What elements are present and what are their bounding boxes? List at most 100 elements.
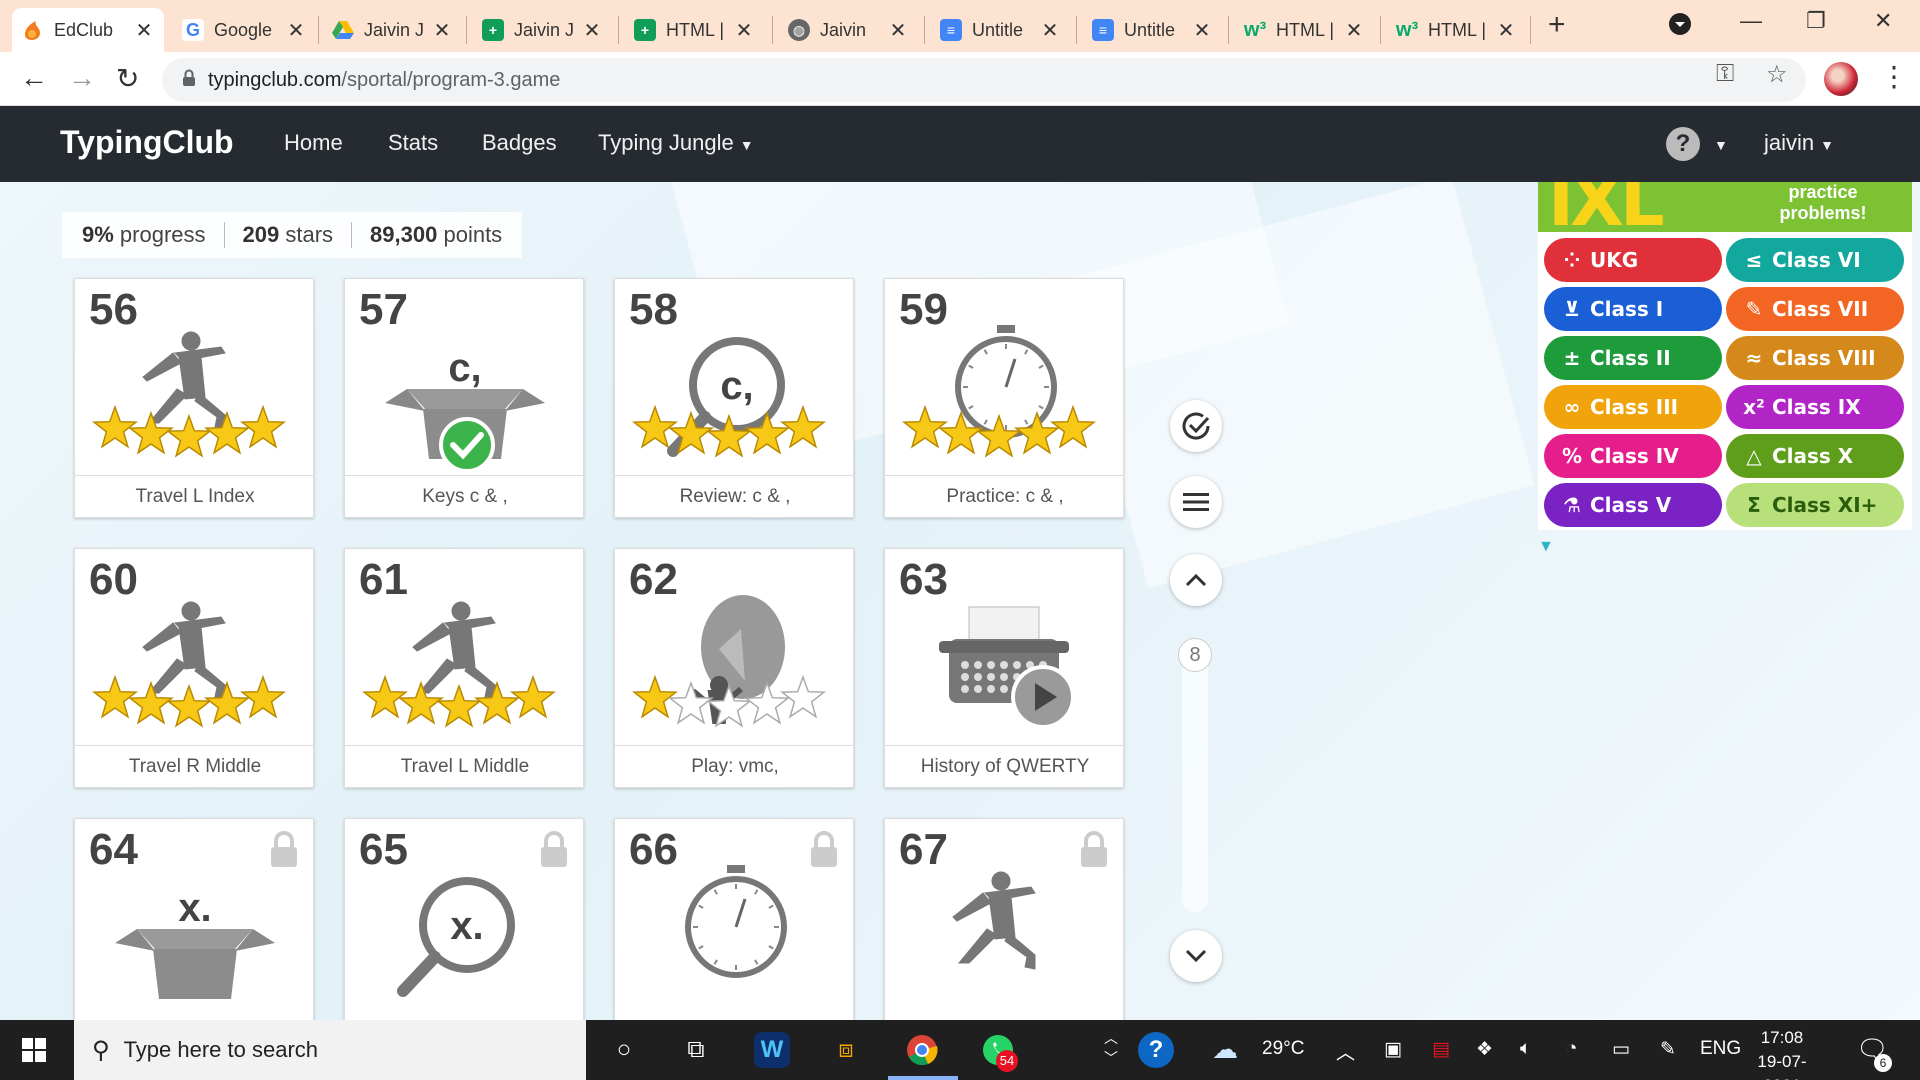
- lesson-card[interactable]: 56 Travel L Index: [74, 278, 314, 518]
- pdf-icon[interactable]: ▤: [1432, 1038, 1450, 1061]
- ixl-advertisement[interactable]: IXL practice problems! ⁘ UKG ≤ Class VI ⊻ Cla…: [1538, 182, 1912, 530]
- wifi-icon[interactable]: ◔: [1566, 1038, 1577, 1060]
- close-icon[interactable]: ✕: [1040, 18, 1060, 43]
- star-filled-icon: [780, 404, 826, 449]
- tab-sheets-2[interactable]: + HTML | ✕: [624, 8, 764, 52]
- close-icon[interactable]: ✕: [1192, 18, 1212, 43]
- weather-temperature[interactable]: 29°C: [1262, 1038, 1304, 1060]
- language-indicator[interactable]: ENG: [1700, 1038, 1741, 1060]
- reload-icon[interactable]: ↻: [116, 62, 139, 95]
- tab-edclub[interactable]: EdClub ✕: [12, 8, 164, 52]
- bookmark-star-icon[interactable]: ☆: [1766, 60, 1788, 89]
- minimize-icon[interactable]: —: [1740, 8, 1762, 34]
- tab-docs-1[interactable]: ≡ Untitle ✕: [930, 8, 1070, 52]
- ixl-class-button[interactable]: % Class IV: [1544, 434, 1722, 478]
- ixl-class-label: Class VIII: [1772, 346, 1876, 370]
- tab-w3schools-2[interactable]: w³ HTML | ✕: [1386, 8, 1526, 52]
- menu-icon[interactable]: ⋮: [1880, 60, 1908, 93]
- ixl-class-button[interactable]: ✎ Class VII: [1726, 287, 1904, 331]
- task-view-icon[interactable]: ⧉: [678, 1032, 714, 1068]
- volume-icon[interactable]: 🔈︎: [1520, 1038, 1531, 1060]
- forward-icon[interactable]: →: [68, 62, 96, 94]
- chevron-up-icon[interactable]: ︿: [1336, 1038, 1355, 1065]
- taskbar-search[interactable]: ⚲ Type here to search: [74, 1020, 586, 1080]
- clock[interactable]: 17:08 19-07-2021: [1742, 1026, 1822, 1080]
- lesson-card-locked[interactable]: 65 x.: [344, 818, 584, 1020]
- tab-sheets-1[interactable]: + Jaivin J ✕: [472, 8, 612, 52]
- scroll-up-button[interactable]: [1170, 554, 1222, 606]
- help-tray-icon[interactable]: ?: [1138, 1032, 1174, 1068]
- close-icon[interactable]: ✕: [1344, 18, 1364, 43]
- tab-title: HTML |: [1276, 19, 1335, 40]
- scroll-track[interactable]: [1182, 642, 1208, 912]
- dropbox-icon[interactable]: ❖: [1476, 1038, 1493, 1061]
- chrome-icon[interactable]: [904, 1032, 940, 1068]
- lesson-card[interactable]: 62 Play: vmc,: [614, 548, 854, 788]
- close-window-icon[interactable]: ✕: [1874, 8, 1892, 34]
- tab-docs-2[interactable]: ≡ Untitle ✕: [1082, 8, 1222, 52]
- tab-google[interactable]: G Google ✕: [172, 8, 316, 52]
- ixl-class-button[interactable]: ⊻ Class I: [1544, 287, 1722, 331]
- lesson-card[interactable]: 59 Practice: c & ,: [884, 278, 1124, 518]
- lesson-card[interactable]: 58 c, Review: c & ,: [614, 278, 854, 518]
- help-icon[interactable]: ?: [1666, 127, 1700, 161]
- menu-button[interactable]: [1170, 476, 1222, 528]
- lesson-card[interactable]: 60 Travel R Middle: [74, 548, 314, 788]
- ixl-class-button[interactable]: ≤ Class VI: [1726, 238, 1904, 282]
- webex-icon[interactable]: W: [754, 1032, 790, 1068]
- ixl-class-button[interactable]: Σ Class XI+: [1726, 483, 1904, 527]
- battery-icon[interactable]: ▭: [1612, 1038, 1630, 1061]
- close-icon[interactable]: ✕: [888, 18, 908, 43]
- screen-capture-icon[interactable]: ▣: [1384, 1038, 1402, 1061]
- ixl-class-button[interactable]: x² Class IX: [1726, 385, 1904, 429]
- brand-logo[interactable]: TypingClub: [60, 124, 234, 161]
- help-menu-caret[interactable]: ▼: [1708, 130, 1728, 156]
- close-icon[interactable]: ✕: [582, 18, 602, 43]
- adchoices-icon[interactable]: ▼: [1538, 538, 1554, 556]
- nav-home[interactable]: Home: [284, 130, 343, 156]
- ixl-class-button[interactable]: ⚗ Class V: [1544, 483, 1722, 527]
- cortana-icon[interactable]: ○: [606, 1032, 642, 1068]
- key-icon[interactable]: ⚿: [1716, 60, 1734, 88]
- scroll-down-button[interactable]: [1170, 930, 1222, 982]
- nav-typing-jungle[interactable]: Typing Jungle ▼: [598, 130, 754, 156]
- close-icon[interactable]: ✕: [134, 18, 154, 43]
- ixl-class-button[interactable]: ∞ Class III: [1544, 385, 1722, 429]
- scroll-position-indicator[interactable]: 8: [1178, 638, 1212, 672]
- taskbar-scroll-icon[interactable]: ︿ ﹀: [1104, 1028, 1118, 1068]
- ixl-class-button[interactable]: ≈ Class VIII: [1726, 336, 1904, 380]
- user-menu[interactable]: jaivin ▼: [1764, 130, 1834, 156]
- close-icon[interactable]: ✕: [734, 18, 754, 43]
- ixl-class-button[interactable]: ⁘ UKG: [1544, 238, 1722, 282]
- windows-start-icon[interactable]: [22, 1038, 46, 1067]
- close-icon[interactable]: ✕: [432, 18, 452, 43]
- star-filled-icon: [240, 674, 286, 719]
- lesson-card[interactable]: 61 Travel L Middle: [344, 548, 584, 788]
- nav-badges[interactable]: Badges: [482, 130, 557, 156]
- lesson-card[interactable]: 63 History of QWERTY: [884, 548, 1124, 788]
- nav-stats[interactable]: Stats: [388, 130, 438, 156]
- lesson-card-locked[interactable]: 66: [614, 818, 854, 1020]
- close-icon[interactable]: ✕: [1496, 18, 1516, 43]
- ixl-class-button[interactable]: ± Class II: [1544, 336, 1722, 380]
- ixl-class-button[interactable]: △ Class X: [1726, 434, 1904, 478]
- close-icon[interactable]: ✕: [286, 18, 306, 43]
- weather-cloud-icon[interactable]: ☁: [1212, 1034, 1238, 1065]
- new-tab-icon[interactable]: +: [1548, 8, 1566, 42]
- files-app-icon[interactable]: ⧈: [828, 1032, 864, 1068]
- tab-w3schools-1[interactable]: w³ HTML | ✕: [1234, 8, 1374, 52]
- lesson-card-locked[interactable]: 67: [884, 818, 1124, 1020]
- restore-icon[interactable]: ❐: [1806, 8, 1826, 34]
- tab-drive[interactable]: Jaivin J ✕: [322, 8, 462, 52]
- tab-search-icon[interactable]: [1668, 12, 1692, 42]
- lesson-card-locked[interactable]: 64 x.: [74, 818, 314, 1020]
- star-filled-icon: [166, 683, 212, 728]
- star-filled-icon: [204, 410, 250, 455]
- profile-avatar[interactable]: [1824, 62, 1858, 96]
- tab-jaivin[interactable]: ◍ Jaivin ✕: [778, 8, 918, 52]
- check-progress-button[interactable]: [1170, 400, 1222, 452]
- lesson-card[interactable]: 57 c, Keys c & ,: [344, 278, 584, 518]
- pen-icon[interactable]: ✎: [1660, 1038, 1676, 1061]
- back-icon[interactable]: ←: [20, 62, 48, 94]
- address-bar[interactable]: typingclub.com/sportal/program-3.game: [162, 58, 1806, 102]
